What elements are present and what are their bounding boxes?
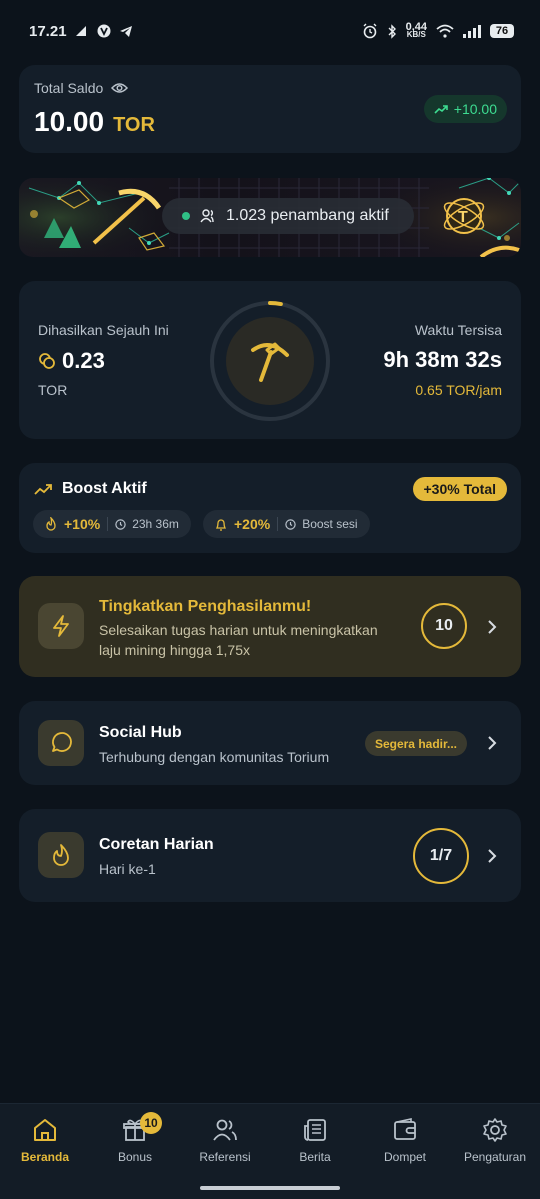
increase-earnings-card[interactable]: Tingkatkan Penghasilanmu! Selesaikan tug… xyxy=(19,576,521,677)
flame-icon xyxy=(45,517,57,531)
earn-subtitle: Selesaikan tugas harian untuk meningkatk… xyxy=(99,622,378,658)
home-icon xyxy=(34,1119,56,1141)
active-miners-pill: 1.023 penambang aktif xyxy=(162,198,414,234)
boost-chip-meta: Boost sesi xyxy=(302,517,358,531)
nav-label: Beranda xyxy=(20,1150,70,1164)
nav-item-bonus[interactable]: 10 Bonus xyxy=(90,1112,180,1164)
status-time: 17.21 xyxy=(29,22,67,40)
daily-streak-card[interactable]: Coretan Harian Hari ke-1 1/7 xyxy=(19,809,521,902)
mined-value: 0.23 xyxy=(62,348,105,373)
boost-chip-pct: +10% xyxy=(64,516,101,532)
nav-label: Pengaturan xyxy=(463,1150,527,1164)
telegram-icon xyxy=(119,25,133,38)
eye-icon[interactable] xyxy=(111,82,129,94)
boost-chip-streak: +10% 23h 36m xyxy=(33,510,191,538)
boost-card[interactable]: Boost Aktif +30% Total +10% 23h 36m +20%… xyxy=(19,463,521,553)
balance-amount: 10.00 xyxy=(34,106,105,137)
balance-value: 10.00 TOR xyxy=(34,106,155,138)
mined-label: Dihasilkan Sejauh Ini xyxy=(38,322,169,338)
clock-icon xyxy=(115,518,126,530)
gear-icon xyxy=(483,1118,507,1142)
active-miners-text: 1.023 penambang aktif xyxy=(226,207,389,224)
balance-delta: +10.00 xyxy=(453,101,497,117)
chat-icon-box xyxy=(38,720,84,766)
boost-chip-session: +20% Boost sesi xyxy=(203,510,370,538)
chevron-right-icon xyxy=(488,736,497,750)
lightning-icon xyxy=(53,615,69,637)
streak-progress-badge: 1/7 xyxy=(413,828,469,884)
streak-subtitle: Hari ke-1 xyxy=(99,861,156,877)
time-left-label: Waktu Tersisa xyxy=(414,322,502,338)
chat-bubble-icon xyxy=(52,732,72,752)
news-icon xyxy=(304,1119,326,1141)
coins-icon xyxy=(38,352,56,370)
coming-soon-badge: Segera hadir... xyxy=(364,731,467,756)
boost-chip-pct: +20% xyxy=(234,516,271,532)
time-left-value: 9h 38m 32s xyxy=(383,347,502,372)
earn-title: Tingkatkan Penghasilanmu! xyxy=(99,598,312,615)
nav-label: Bonus xyxy=(117,1150,153,1164)
alarm-icon xyxy=(362,23,378,39)
nav-item-settings[interactable]: Pengaturan xyxy=(450,1116,540,1164)
balance-unit: TOR xyxy=(113,114,155,136)
nav-label: Referensi xyxy=(199,1150,251,1164)
boost-title: Boost Aktif xyxy=(62,480,147,497)
bell-icon xyxy=(215,518,227,531)
chevron-right-icon xyxy=(488,849,497,863)
mining-progress-ring[interactable] xyxy=(209,300,331,422)
mined-unit: TOR xyxy=(38,382,68,398)
vpn-icon xyxy=(97,24,111,38)
nav-item-home[interactable]: Beranda xyxy=(0,1116,90,1164)
social-title: Social Hub xyxy=(99,724,182,741)
lightning-icon-box xyxy=(38,603,84,649)
flame-icon-box xyxy=(38,832,84,878)
nav-item-wallet[interactable]: Dompet xyxy=(360,1116,450,1164)
wifi-icon xyxy=(436,24,454,38)
chevron-right-icon xyxy=(488,620,497,634)
bluetooth-icon xyxy=(387,23,397,39)
nav-label: Dompet xyxy=(383,1150,427,1164)
mining-card: Dihasilkan Sejauh Ini 0.23 TOR Waktu Ter… xyxy=(19,281,521,439)
flame-icon xyxy=(53,844,69,866)
trend-up-icon xyxy=(434,101,448,117)
nav-item-news[interactable]: Berita xyxy=(270,1116,360,1164)
net-speed: 0,44 KB/S xyxy=(405,21,427,39)
trend-up-icon xyxy=(34,483,52,495)
nav-label: Berita xyxy=(299,1150,331,1164)
bottom-navigation: Beranda 10 Bonus Referensi Berita Dompet… xyxy=(0,1103,540,1199)
mining-rate: 0.65 TOR/jam xyxy=(415,382,502,398)
balance-delta-badge: +10.00 xyxy=(423,95,507,123)
boost-chip-meta: 23h 36m xyxy=(132,517,179,531)
battery-indicator: 76 xyxy=(490,24,514,38)
status-bar: 17.21 0,44 KB/S 76 xyxy=(0,0,540,62)
home-indicator[interactable] xyxy=(200,1186,340,1190)
miners-banner: T 1.023 penambang aktif xyxy=(19,178,521,257)
bonus-count-badge: 10 xyxy=(140,1112,162,1134)
balance-label: Total Saldo xyxy=(34,80,104,96)
users-icon xyxy=(200,209,216,223)
streak-title: Coretan Harian xyxy=(99,836,214,853)
cell-signal-icon xyxy=(463,24,481,38)
wallet-icon xyxy=(394,1118,416,1140)
svg-text:T: T xyxy=(458,209,468,226)
live-dot xyxy=(182,212,190,220)
clock-icon xyxy=(285,518,296,530)
users-icon xyxy=(213,1119,237,1141)
signal-alt-icon xyxy=(75,25,89,37)
balance-card: Total Saldo 10.00 TOR +10.00 xyxy=(19,65,521,153)
tasks-count-badge: 10 xyxy=(421,603,467,649)
social-subtitle: Terhubung dengan komunitas Torium xyxy=(99,749,330,765)
boost-total-badge: +30% Total xyxy=(412,477,507,501)
nav-item-referral[interactable]: Referensi xyxy=(180,1116,270,1164)
social-hub-card[interactable]: Social Hub Terhubung dengan komunitas To… xyxy=(19,701,521,785)
